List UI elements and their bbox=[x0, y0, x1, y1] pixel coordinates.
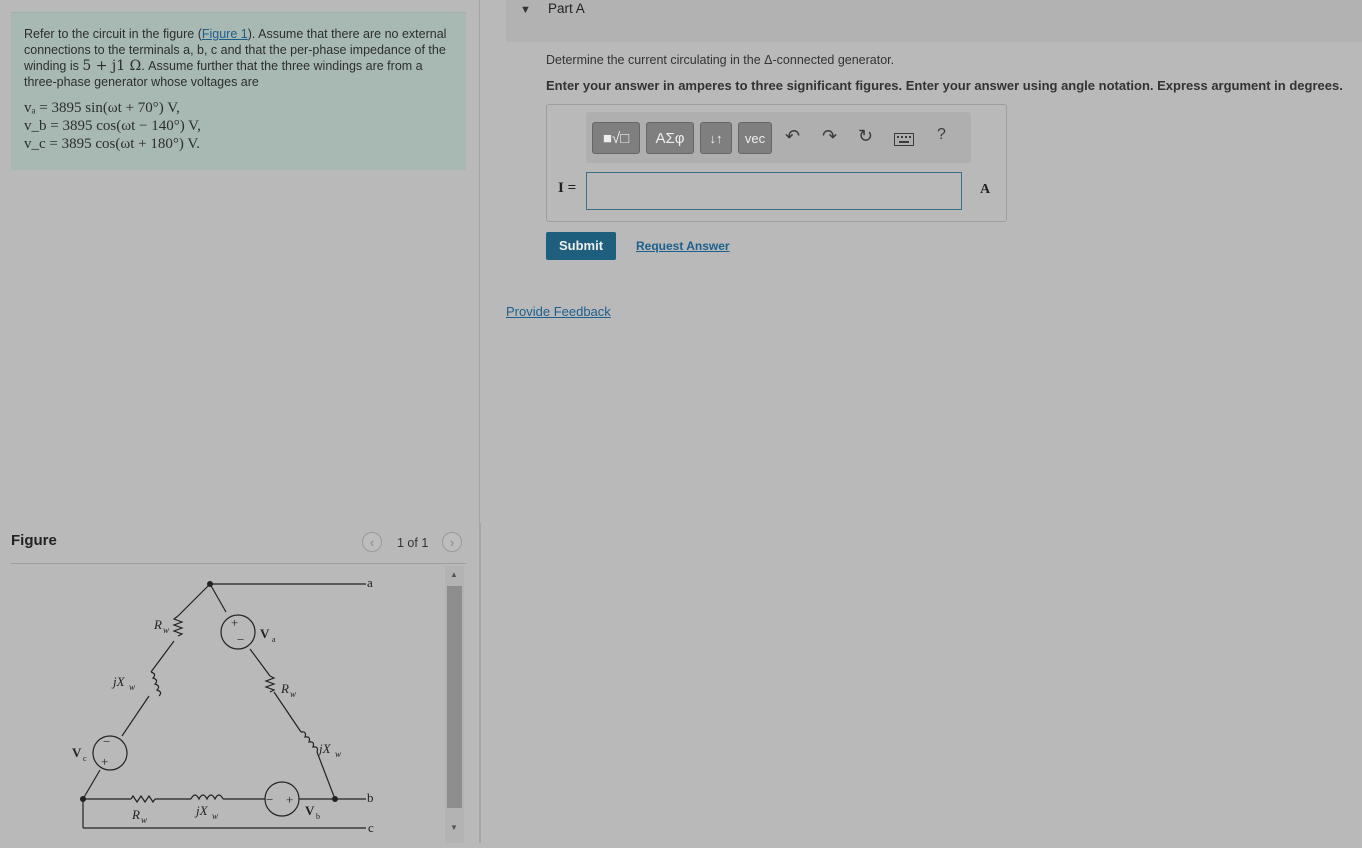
resistor-rw-left bbox=[172, 615, 184, 637]
circuit-diagram: + − − + − + a b c V a V b V c R w R w R bbox=[72, 575, 374, 835]
left-panel: Refer to the circuit in the figure (Figu… bbox=[0, 0, 480, 843]
va-subscript: a bbox=[272, 635, 276, 644]
wire-right-2 bbox=[273, 691, 302, 733]
rw-bottom-subscript: w bbox=[141, 815, 147, 825]
node-bottom-right bbox=[332, 796, 338, 802]
jxw-bottom-subscript: w bbox=[212, 811, 218, 821]
voltage-equations: vₐ = 3895 sin(ωt + 70°) V, v_b = 3895 co… bbox=[24, 99, 453, 153]
equation-vb: v_b = 3895 cos(ωt − 140°) V, bbox=[24, 118, 201, 134]
va-label: V bbox=[260, 626, 270, 641]
part-title: Part A bbox=[548, 1, 585, 16]
jxw-right-subscript: w bbox=[335, 749, 341, 759]
impedance-value: 5 + j1 Ω bbox=[82, 58, 142, 74]
figure-title: Figure bbox=[11, 532, 57, 549]
scrollbar-thumb[interactable] bbox=[447, 586, 462, 808]
scroll-up-arrow-icon[interactable]: ▲ bbox=[450, 570, 458, 579]
greek-symbols-button[interactable]: ΑΣφ bbox=[646, 122, 694, 154]
wire-right-1 bbox=[249, 648, 271, 677]
rw-bottom-label: R bbox=[131, 807, 140, 822]
equation-va: vₐ = 3895 sin(ωt + 70°) V, bbox=[24, 100, 180, 116]
va-minus-sign: − bbox=[237, 632, 244, 647]
wire-right-3 bbox=[316, 751, 336, 800]
figure-header: Figure ‹ 1 of 1 › bbox=[11, 529, 466, 564]
rw-right-label: R bbox=[280, 681, 289, 696]
wire-top-right bbox=[209, 583, 227, 613]
keyboard-icon[interactable] bbox=[894, 130, 914, 151]
instruction-text: Enter your answer in amperes to three si… bbox=[546, 78, 1343, 93]
resistor-rw-bottom bbox=[130, 794, 156, 804]
figure-scrollbar[interactable]: ▲ ▼ bbox=[445, 566, 464, 843]
answer-unit: A bbox=[980, 182, 991, 197]
figure-link[interactable]: Figure 1 bbox=[202, 27, 248, 41]
rw-left-subscript: w bbox=[163, 625, 169, 635]
math-toolbar: ■√□ ΑΣφ ↓↑ vec ↶ ↷ ↻ ? bbox=[586, 112, 971, 163]
vb-label: V bbox=[305, 803, 315, 818]
reset-icon[interactable]: ↻ bbox=[858, 126, 873, 147]
answer-label: I = bbox=[558, 180, 577, 196]
rw-right-subscript: w bbox=[290, 689, 296, 699]
provide-feedback-link[interactable]: Provide Feedback bbox=[506, 304, 611, 319]
wire-left-2 bbox=[121, 695, 150, 737]
inductor-jxw-left bbox=[150, 671, 162, 697]
inductor-jxw-right bbox=[300, 731, 319, 753]
wire-left-3 bbox=[82, 769, 101, 800]
chevron-left-icon[interactable]: ‹ bbox=[362, 532, 382, 552]
vb-plus-sign: + bbox=[286, 792, 293, 807]
arrows-button[interactable]: ↓↑ bbox=[700, 122, 732, 154]
inductor-jxw-bottom bbox=[190, 794, 224, 801]
help-button[interactable]: ? bbox=[937, 126, 946, 144]
terminal-c-label: c bbox=[368, 820, 374, 835]
scroll-down-arrow-icon[interactable]: ▼ bbox=[450, 823, 458, 832]
submit-button[interactable]: Submit bbox=[546, 232, 616, 260]
va-plus-sign: + bbox=[231, 615, 238, 630]
undo-icon[interactable]: ↶ bbox=[785, 126, 800, 147]
jxw-right-label: jX bbox=[317, 741, 332, 756]
problem-statement: Refer to the circuit in the figure (Figu… bbox=[11, 12, 466, 170]
request-answer-link[interactable]: Request Answer bbox=[636, 239, 730, 253]
vc-minus-sign: − bbox=[103, 734, 110, 749]
problem-text-start: Refer to the circuit in the figure ( bbox=[24, 27, 202, 41]
equation-vc: v_c = 3895 cos(ωt + 180°) V. bbox=[24, 136, 200, 152]
panel-divider bbox=[479, 523, 481, 843]
caret-down-icon[interactable]: ▼ bbox=[520, 4, 531, 16]
node-top bbox=[207, 581, 213, 587]
resistor-rw-right bbox=[264, 675, 276, 693]
vc-plus-sign: + bbox=[101, 754, 108, 769]
vc-label: V bbox=[72, 745, 82, 760]
vb-minus-sign: − bbox=[266, 792, 273, 807]
terminal-a-label: a bbox=[367, 575, 373, 590]
vector-button[interactable]: vec bbox=[738, 122, 772, 154]
node-bottom-left bbox=[80, 796, 86, 802]
templates-button[interactable]: ■√□ bbox=[592, 122, 640, 154]
part-a-header[interactable]: ▼ Part A bbox=[506, 0, 1362, 42]
rw-left-label: R bbox=[153, 617, 162, 632]
redo-icon[interactable]: ↷ bbox=[822, 126, 837, 147]
answer-box: ■√□ ΑΣφ ↓↑ vec ↶ ↷ ↻ ? I = A bbox=[546, 104, 1007, 222]
jxw-bottom-label: jX bbox=[194, 803, 209, 818]
wire-top-left bbox=[177, 583, 211, 617]
jxw-left-label: jX bbox=[111, 674, 126, 689]
figure-pager: 1 of 1 bbox=[397, 536, 429, 550]
vb-subscript: b bbox=[316, 812, 320, 821]
question-text: Determine the current circulating in the… bbox=[546, 53, 895, 67]
answer-input[interactable] bbox=[586, 172, 962, 210]
circuit-figure: + − − + − + a b c V a V b V c R w R w R bbox=[11, 564, 445, 843]
wire-left-1 bbox=[150, 640, 175, 673]
problem-text: Refer to the circuit in the figure (Figu… bbox=[24, 26, 453, 90]
jxw-left-subscript: w bbox=[129, 682, 135, 692]
chevron-right-icon[interactable]: › bbox=[442, 532, 462, 552]
terminal-b-label: b bbox=[367, 790, 374, 805]
vc-subscript: c bbox=[83, 754, 87, 763]
